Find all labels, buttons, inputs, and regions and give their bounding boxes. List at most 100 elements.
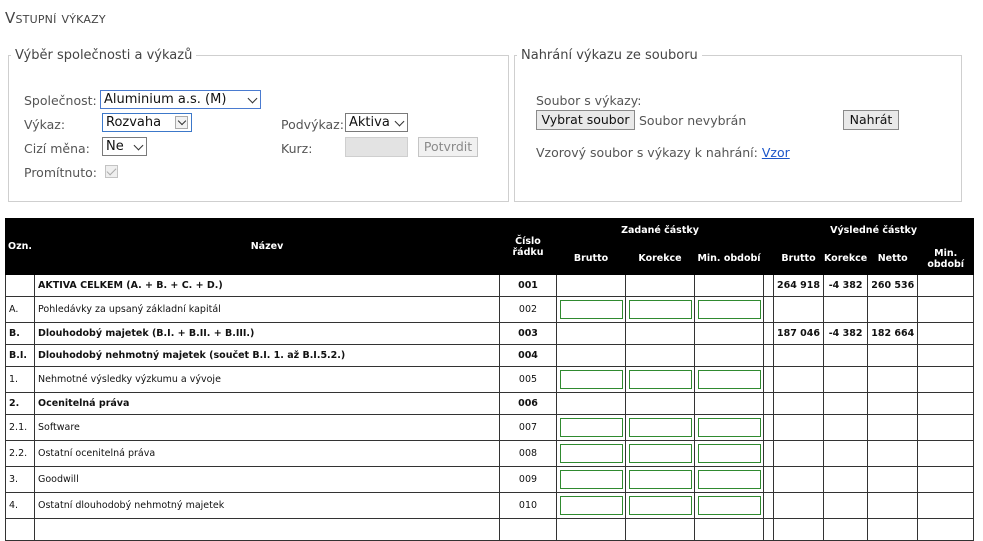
- report-select-value: Rozvaha: [106, 115, 162, 130]
- chevron-down-icon: [247, 93, 258, 104]
- entered-min-cell: [694, 440, 764, 467]
- spacer-cell: [763, 344, 774, 367]
- row-code: B.: [5, 322, 35, 345]
- entered-brutto-input[interactable]: [559, 444, 623, 463]
- spacer-cell: [763, 296, 774, 323]
- upload-legend: Nahrání výkazu ze souboru: [521, 48, 698, 63]
- entered-brutto-input[interactable]: [559, 418, 623, 437]
- header-entered-brutto: Brutto: [556, 242, 626, 275]
- subreport-select[interactable]: Aktiva: [345, 113, 408, 132]
- entered-korekce-input[interactable]: [628, 444, 692, 463]
- result-min: [917, 322, 975, 345]
- entered-min-cell: [694, 322, 764, 345]
- page-title: Vstupní výkazy: [5, 9, 106, 27]
- sample-file-link[interactable]: Vzor: [762, 145, 790, 160]
- report-table: Ozn. Název Číslo řádku Zadané částky Výsl…: [5, 218, 975, 541]
- rate-input[interactable]: [345, 137, 408, 157]
- entered-min-input[interactable]: [697, 418, 761, 437]
- header-code: Ozn.: [5, 218, 35, 275]
- header-result: Výsledné částky: [772, 218, 975, 243]
- entered-brutto-cell: [556, 414, 626, 441]
- entered-min-cell: [694, 344, 764, 367]
- currency-select[interactable]: Ne: [102, 137, 147, 156]
- subreport-select-value: Aktiva: [349, 115, 390, 130]
- table-row: B. Dlouhodobý majetek (B.I. + B.II. + B.I…: [5, 322, 975, 345]
- result-min: [917, 366, 975, 393]
- entered-brutto-cell: [556, 366, 626, 393]
- rate-label: Kurz:: [281, 141, 313, 156]
- result-korekce: [822, 392, 869, 415]
- result-netto: [867, 492, 919, 519]
- table-row: 1. Nehmotné výsledky výzkumu a vývoje 005: [5, 366, 975, 393]
- row-name: Nehmotné výsledky výzkumu a vývoje: [34, 366, 500, 393]
- entered-korekce-cell: [625, 274, 695, 297]
- result-korekce: [822, 414, 869, 441]
- entered-min-input[interactable]: [697, 370, 761, 389]
- entered-brutto-cell: [556, 344, 626, 367]
- currency-label: Cizí měna:: [24, 141, 90, 156]
- row-code: [5, 274, 35, 297]
- result-netto: 182 664: [867, 322, 919, 345]
- selection-legend: Výběr společnosti a výkazů: [15, 48, 193, 63]
- result-brutto: [773, 440, 824, 467]
- entered-min-input[interactable]: [697, 300, 761, 319]
- entered-min-input[interactable]: [697, 444, 761, 463]
- row-name: Dlouhodobý nehmotný majetek (součet B.I.…: [34, 344, 500, 367]
- header-name: Název: [34, 218, 500, 275]
- choose-file-button[interactable]: Vybrat soubor: [536, 110, 635, 130]
- spacer-cell: [763, 414, 774, 441]
- confirm-button[interactable]: Potvrdit: [418, 137, 478, 157]
- row-name: Goodwill: [34, 466, 500, 493]
- row-code: 2.1.: [5, 414, 35, 441]
- row-name: AKTIVA CELKEM (A. + B. + C. + D.): [34, 274, 500, 297]
- header-entered-min: Min. období: [694, 242, 764, 275]
- result-netto: [867, 392, 919, 415]
- result-min: [917, 344, 975, 367]
- result-brutto: [773, 344, 824, 367]
- row-code: B.I.: [5, 344, 35, 367]
- entered-brutto-input[interactable]: [559, 300, 623, 319]
- result-korekce: -4 382: [822, 322, 869, 345]
- entered-brutto-cell: [556, 466, 626, 493]
- entered-brutto-input[interactable]: [559, 370, 623, 389]
- result-brutto: [773, 296, 824, 323]
- entered-korekce-input[interactable]: [628, 496, 692, 515]
- row-number: 009: [499, 466, 557, 493]
- spacer-cell: [763, 366, 774, 393]
- header-entered: Zadané částky: [556, 218, 764, 243]
- sample-file-label: Vzorový soubor s výkazy k nahrání:: [536, 145, 758, 160]
- row-name: Ostatní dlouhodobý nehmotný majetek: [34, 492, 500, 519]
- sample-file-text: Vzorový soubor s výkazy k nahrání: Vzor: [536, 145, 790, 160]
- entered-brutto-input[interactable]: [559, 496, 623, 515]
- entered-brutto-input[interactable]: [559, 470, 623, 489]
- entered-korekce-input[interactable]: [628, 370, 692, 389]
- spacer-cell: [763, 322, 774, 345]
- entered-brutto-cell: [556, 440, 626, 467]
- result-korekce: [822, 466, 869, 493]
- result-min: [917, 414, 975, 441]
- result-min: [917, 492, 975, 519]
- report-select[interactable]: Rozvaha: [102, 113, 192, 132]
- table-row: A. Pohledávky za upsaný základní kapitál 0…: [5, 296, 975, 323]
- entered-korekce-input[interactable]: [628, 300, 692, 319]
- table-row: 4. Ostatní dlouhodobý nehmotný majetek 010: [5, 492, 975, 519]
- spacer-cell: [763, 392, 774, 415]
- result-brutto: [773, 366, 824, 393]
- entered-korekce-cell: [625, 466, 695, 493]
- entered-korekce-cell: [625, 492, 695, 519]
- result-korekce: [822, 366, 869, 393]
- spacer-cell: [763, 492, 774, 519]
- table-row: 2. Ocenitelná práva 006: [5, 392, 975, 415]
- entered-min-input[interactable]: [697, 470, 761, 489]
- company-select-value: Aluminium a.s. (M): [104, 92, 227, 107]
- entered-min-input[interactable]: [697, 496, 761, 515]
- propagated-checkbox[interactable]: [105, 165, 118, 178]
- entered-korekce-input[interactable]: [628, 470, 692, 489]
- entered-min-cell: [694, 414, 764, 441]
- result-netto: 260 536: [867, 274, 919, 297]
- row-code: 3.: [5, 466, 35, 493]
- company-select[interactable]: Aluminium a.s. (M): [100, 90, 261, 109]
- entered-korekce-input[interactable]: [628, 418, 692, 437]
- upload-button[interactable]: Nahrát: [843, 110, 899, 130]
- result-brutto: [773, 466, 824, 493]
